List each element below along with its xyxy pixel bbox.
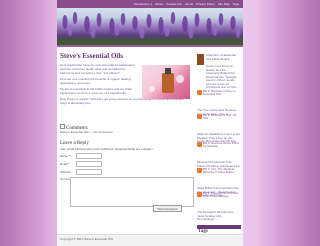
reply-heading: Leave a Reply — [60, 141, 89, 146]
footer-copyright: Copyright © 2010 Steve's Essential Oils — [60, 237, 113, 241]
footer: Copyright © 2010 Steve's Essential Oils — [57, 234, 243, 246]
main-content: Steve's Essential Oils How would other h… — [60, 52, 193, 107]
comments-subtitle: Steve's Essential Oils — No Comments — [60, 130, 113, 134]
post-paragraph: How would other have the own essential a… — [60, 63, 135, 75]
feed-item-title[interactable]: Bill F. Reviews a Tree on Essential Oils — [203, 90, 239, 96]
name-field[interactable] — [76, 153, 102, 159]
header-divider — [57, 45, 243, 47]
top-nav: Introductory 1 About Contact Info Home P… — [57, 0, 243, 8]
name-field-row: Name * — [60, 153, 102, 159]
book-cover-image[interactable] — [197, 54, 204, 65]
book-description: God's Love Proof of Nature and the Chemi… — [206, 64, 239, 89]
feed-item: Bill F. Reviews a Tree Oil... Oils What … — [197, 114, 241, 144]
lavender-field-illustration — [57, 12, 243, 45]
feed-item-title[interactable]: Bill F. Reviews a Tree Oil... Oils — [203, 114, 239, 120]
nav-item-home[interactable]: Home — [185, 2, 193, 6]
essential-oil-bottle-image — [142, 65, 190, 99]
post-title[interactable]: Steve's Essential Oils — [60, 52, 193, 60]
email-field[interactable] — [76, 161, 102, 167]
post-comment-button[interactable]: Post Comment — [153, 205, 182, 212]
nav-item-sitemap[interactable]: Site Map — [218, 2, 230, 6]
book-title[interactable]: Chemistry of Essential Oils Made Simple — [206, 53, 240, 61]
rss-icon — [197, 168, 202, 173]
email-label: Email * — [60, 162, 70, 166]
post-paragraph: Here we now manifest the benefits of org… — [60, 77, 132, 85]
rss-icon — [197, 142, 202, 147]
nav-item-intro[interactable]: Introductory 1 — [134, 2, 152, 6]
nav-item-tags[interactable]: Tags — [233, 2, 239, 6]
page: Introductory 1 About Contact Info Home P… — [57, 0, 243, 246]
feed-item-title[interactable]: Bill F. Reviews Wood Plant for Disease — [203, 142, 239, 148]
rss-icon — [197, 114, 202, 119]
nav-item-about[interactable]: About — [155, 2, 163, 6]
feed-item: Bill F. Researcher Oils and Wood Dermato… — [197, 192, 241, 222]
feed-item-title[interactable]: Bill F. Researcher Oils and Wood Dermato… — [203, 192, 239, 198]
comment-textarea[interactable] — [70, 177, 194, 207]
rss-icon — [197, 90, 202, 95]
book-widget: Chemistry of Essential Oils Made Simple … — [197, 52, 241, 89]
header-banner-image — [57, 8, 243, 45]
rss-icon — [197, 192, 202, 197]
feed-item-title[interactable]: Bill F. Info. The Medical Benefits of Sh… — [203, 168, 239, 174]
website-field-row: Website — [60, 169, 102, 175]
nav-item-privacy[interactable]: Privacy Policy — [196, 2, 215, 6]
website-field[interactable] — [76, 169, 102, 175]
website-label: Website — [60, 170, 71, 174]
feed-item-desc: The Research Oil and Oil to these Sunday… — [197, 210, 235, 221]
reply-note: Your email address will not be published… — [60, 147, 154, 151]
nav-item-contact[interactable]: Contact Info — [166, 2, 182, 6]
name-label: Name * — [60, 154, 71, 158]
post-paragraph: My list of essentials & oils 100% organi… — [60, 87, 133, 95]
comment-bubble-icon — [60, 124, 65, 129]
oil-bottle-icon — [149, 68, 184, 93]
email-field-row: Email * — [60, 161, 102, 167]
